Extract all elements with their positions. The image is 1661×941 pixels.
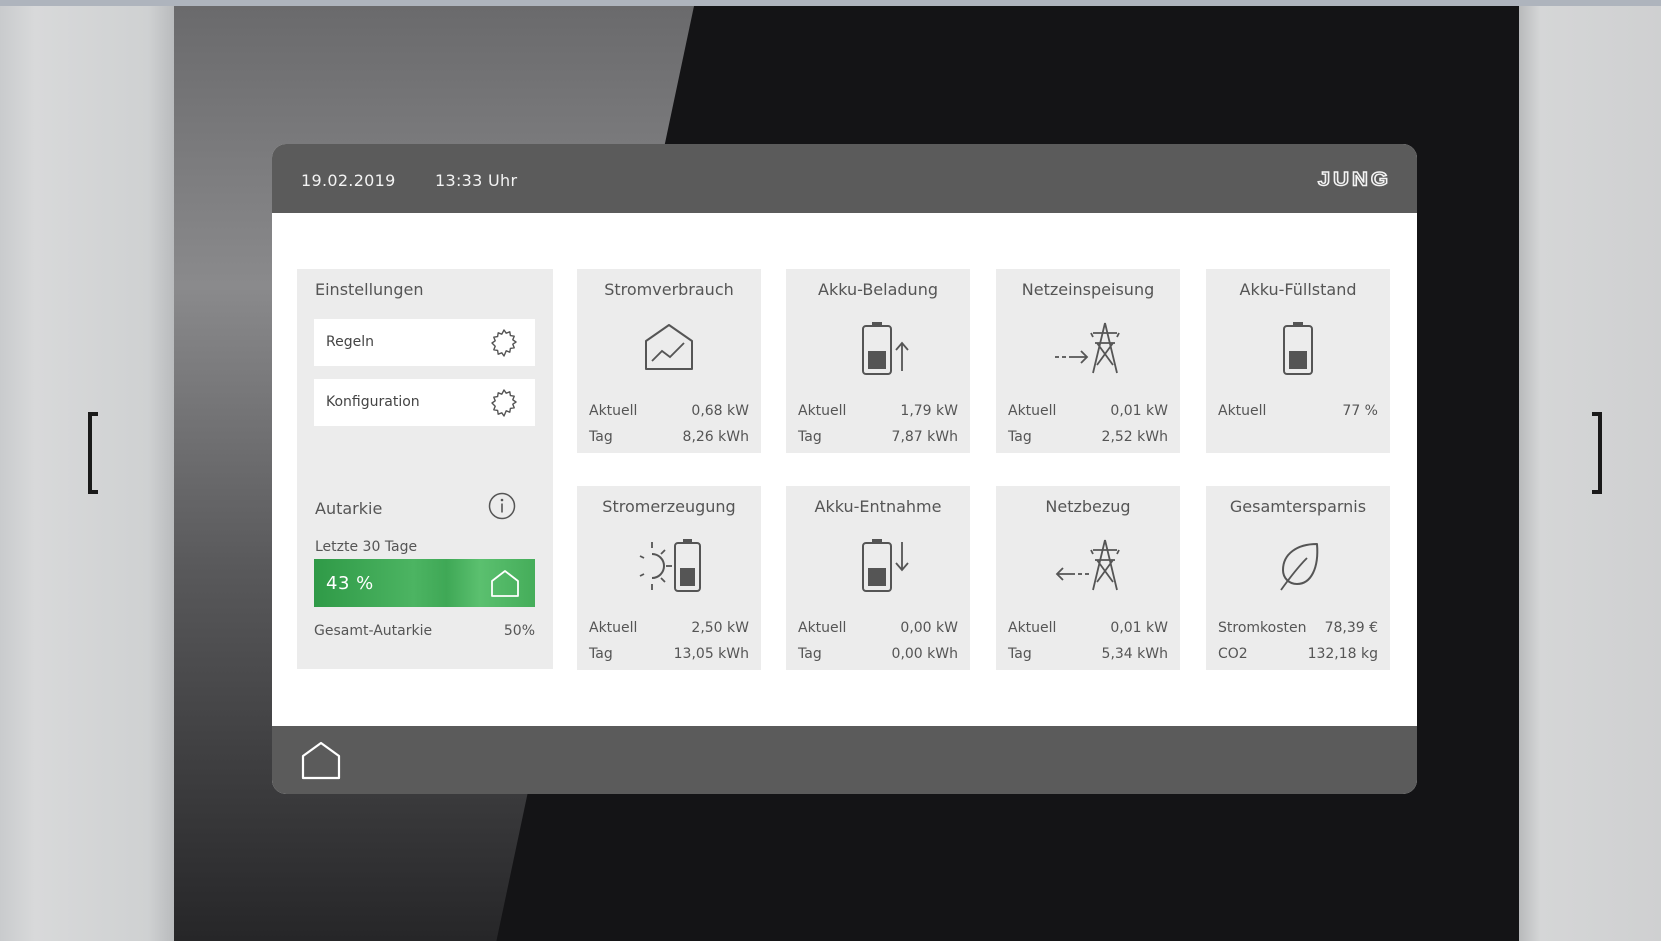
row-value: 77 % — [1342, 403, 1378, 419]
row-label: Tag — [798, 429, 822, 445]
wall-left — [0, 0, 174, 941]
home-icon[interactable] — [299, 738, 343, 782]
tile-title: Akku-Entnahme — [814, 497, 942, 516]
row-value: 8,26 kWh — [682, 429, 749, 445]
left-bracket-icon — [88, 412, 98, 494]
house-chart-icon — [645, 324, 693, 370]
row-label: CO2 — [1218, 646, 1248, 662]
row-value: 0,00 kW — [900, 620, 958, 636]
row-label: Aktuell — [1008, 620, 1057, 636]
gear-icon — [491, 329, 517, 357]
settings-title: Einstellungen — [315, 280, 424, 299]
top-bar: 19.02.2019 13:33 Uhr JUNG — [272, 144, 1417, 213]
row-value: 0,00 kWh — [891, 646, 958, 662]
solar-battery-icon — [639, 539, 701, 592]
total-autarkie-value: 50% — [503, 623, 535, 639]
autarkie-title: Autarkie — [315, 499, 383, 518]
rules-button[interactable]: Regeln — [314, 319, 535, 366]
date-display: 19.02.2019 — [301, 171, 396, 190]
tile-title: Netzeinspeisung — [1021, 280, 1155, 299]
tile-netzeinspeisung[interactable]: Netzeinspeisung Aktuell 0,01 kW Tag 2,52 k… — [996, 269, 1180, 453]
tile-title: Gesamtersparnis — [1229, 497, 1367, 516]
tile-stromverbrauch[interactable]: Stromverbrauch Aktuell 0,68 kW Tag 8,26 kW… — [577, 269, 761, 453]
row-label: Tag — [1008, 646, 1032, 662]
row-value: 78,39 € — [1324, 620, 1378, 636]
tile-title: Stromverbrauch — [604, 280, 734, 299]
autarkie-bar: 43 % — [314, 559, 535, 607]
row-label: Aktuell — [798, 620, 847, 636]
settings-panel: Einstellungen Regeln Konfiguration Autar… — [297, 269, 553, 669]
bottom-bar — [272, 726, 1417, 794]
row-value: 5,34 kWh — [1101, 646, 1168, 662]
grid-draw-icon — [1055, 539, 1120, 591]
tile-netzbezug[interactable]: Netzbezug Aktuell 0,01 kW Tag 5,34 kWh — [996, 486, 1180, 670]
tile-title: Akku-Füllstand — [1239, 280, 1357, 299]
battery-charge-icon — [862, 322, 909, 375]
tile-akku-beladung[interactable]: Akku-Beladung Aktuell 1,79 kW Tag 7,87 kWh — [786, 269, 970, 453]
row-label: Aktuell — [798, 403, 847, 419]
row-label: Aktuell — [1008, 403, 1057, 419]
tile-stromerzeugung[interactable]: Stromerzeugung Aktuell 2,50 kW Tag 13,05 k… — [577, 486, 761, 670]
row-value: 2,50 kW — [691, 620, 749, 636]
rules-button-label: Regeln — [326, 334, 374, 350]
row-value: 132,18 kg — [1307, 646, 1378, 662]
row-label: Aktuell — [589, 403, 638, 419]
row-value: 2,52 kWh — [1101, 429, 1168, 445]
row-value: 13,05 kWh — [673, 646, 749, 662]
row-label: Tag — [798, 646, 822, 662]
battery-discharge-icon — [862, 539, 909, 592]
row-label: Aktuell — [589, 620, 638, 636]
tile-gesamtersparnis[interactable]: Gesamtersparnis Stromkosten 78,39 € CO2 13… — [1206, 486, 1390, 670]
grid-feed-in-icon — [1055, 322, 1120, 374]
gear-icon — [491, 389, 517, 417]
row-label: Aktuell — [1218, 403, 1267, 419]
row-value: 0,68 kW — [691, 403, 749, 419]
row-value: 0,01 kW — [1110, 620, 1168, 636]
tile-title: Stromerzeugung — [602, 497, 736, 516]
configuration-button[interactable]: Konfiguration — [314, 379, 535, 426]
tile-akku-entnahme[interactable]: Akku-Entnahme Aktuell 0,00 kW Tag 0,00 kWh — [786, 486, 970, 670]
house-icon — [491, 570, 519, 597]
row-label: Tag — [1008, 429, 1032, 445]
right-bracket-icon — [1592, 412, 1602, 494]
row-value: 1,79 kW — [900, 403, 958, 419]
configuration-button-label: Konfiguration — [326, 394, 420, 410]
row-value: 7,87 kWh — [891, 429, 958, 445]
row-label: Stromkosten — [1218, 620, 1307, 636]
leaf-icon — [1280, 543, 1319, 591]
info-icon[interactable] — [487, 491, 517, 521]
tile-title: Akku-Beladung — [818, 280, 938, 299]
touch-screen: 19.02.2019 13:33 Uhr JUNG Einstellungen … — [272, 144, 1417, 794]
tile-akku-fuellstand[interactable]: Akku-Füllstand Aktuell 77 % — [1206, 269, 1390, 453]
autarkie-value: 43 % — [326, 573, 374, 594]
battery-level-icon — [1283, 322, 1313, 375]
row-label: Tag — [589, 646, 613, 662]
autarkie-period: Letzte 30 Tage — [315, 539, 418, 555]
brand-logo: JUNG — [1317, 167, 1391, 191]
tile-title: Netzbezug — [1045, 497, 1131, 516]
row-value: 0,01 kW — [1110, 403, 1168, 419]
wall-right — [1519, 0, 1661, 941]
time-display: 13:33 Uhr — [435, 171, 518, 190]
total-autarkie-label: Gesamt-Autarkie — [314, 623, 433, 639]
row-label: Tag — [589, 429, 613, 445]
